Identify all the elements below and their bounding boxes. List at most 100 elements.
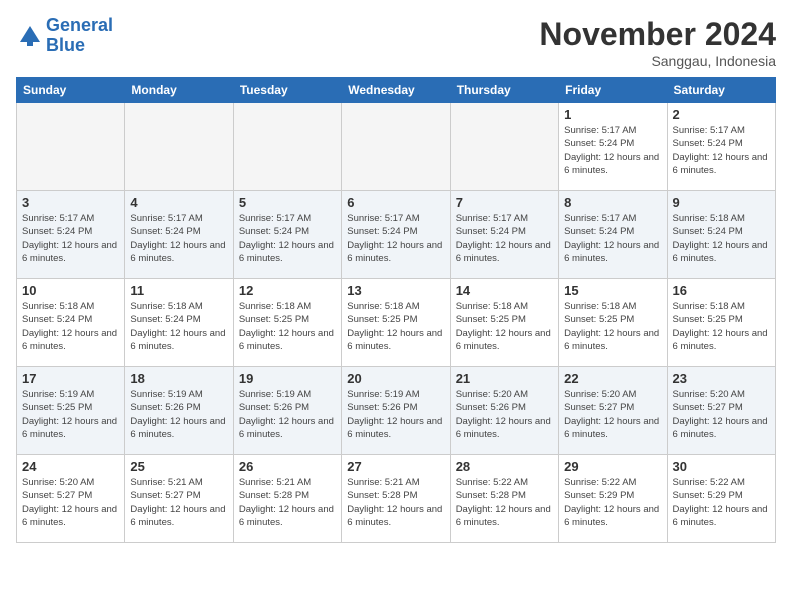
day-info: Sunrise: 5:18 AM Sunset: 5:25 PM Dayligh… [347,300,444,353]
calendar-cell [17,103,125,191]
day-number: 22 [564,371,661,386]
day-number: 19 [239,371,336,386]
day-header-monday: Monday [125,78,233,103]
day-info: Sunrise: 5:18 AM Sunset: 5:25 PM Dayligh… [564,300,661,353]
logo-text: General Blue [46,16,113,56]
day-info: Sunrise: 5:17 AM Sunset: 5:24 PM Dayligh… [456,212,553,265]
day-number: 29 [564,459,661,474]
calendar-cell: 1Sunrise: 5:17 AM Sunset: 5:24 PM Daylig… [559,103,667,191]
day-number: 14 [456,283,553,298]
calendar-cell: 2 Sunrise: 5:17 AM Sunset: 5:24 PM Daylig… [667,103,775,191]
calendar-cell: 23 Sunrise: 5:20 AM Sunset: 5:27 PM Dayli… [667,367,775,455]
week-row-3: 10 Sunrise: 5:18 AM Sunset: 5:24 PM Dayli… [17,279,776,367]
calendar-cell: 3 Sunrise: 5:17 AM Sunset: 5:24 PM Daylig… [17,191,125,279]
logo: General Blue [16,16,113,56]
calendar-cell: 20 Sunrise: 5:19 AM Sunset: 5:26 PM Dayli… [342,367,450,455]
day-info: Sunrise: 5:17 AM Sunset: 5:24 PM Dayligh… [239,212,336,265]
calendar-cell [125,103,233,191]
day-info: Sunrise: 5:20 AM Sunset: 5:27 PM Dayligh… [673,388,770,441]
calendar-cell: 4 Sunrise: 5:17 AM Sunset: 5:24 PM Daylig… [125,191,233,279]
day-info: Sunrise: 5:22 AM Sunset: 5:28 PM Dayligh… [456,476,553,529]
day-number: 6 [347,195,444,210]
day-info: Sunrise: 5:20 AM Sunset: 5:26 PM Dayligh… [456,388,553,441]
day-number: 12 [239,283,336,298]
calendar-cell: 14 Sunrise: 5:18 AM Sunset: 5:25 PM Dayli… [450,279,558,367]
calendar-cell: 10Sunrise: 5:18 AM Sunset: 5:24 PM Dayli… [17,279,125,367]
day-header-wednesday: Wednesday [342,78,450,103]
calendar-cell [233,103,341,191]
day-info: Sunrise: 5:19 AM Sunset: 5:26 PM Dayligh… [347,388,444,441]
day-info: Sunrise: 5:17 AM Sunset: 5:24 PM Dayligh… [564,124,661,177]
day-number: 2 [673,107,770,122]
day-number: 21 [456,371,553,386]
week-row-5: 24 Sunrise: 5:20 AM Sunset: 5:27 PM Dayli… [17,455,776,543]
page-header: General Blue November 2024 Sanggau, Indo… [16,16,776,69]
day-number: 26 [239,459,336,474]
calendar-cell: 27Sunrise: 5:21 AM Sunset: 5:28 PM Dayli… [342,455,450,543]
calendar-cell: 6Sunrise: 5:17 AM Sunset: 5:24 PM Daylig… [342,191,450,279]
calendar-cell: 5 Sunrise: 5:17 AM Sunset: 5:24 PM Daylig… [233,191,341,279]
day-header-tuesday: Tuesday [233,78,341,103]
day-number: 17 [22,371,119,386]
day-info: Sunrise: 5:17 AM Sunset: 5:24 PM Dayligh… [22,212,119,265]
calendar-cell: 19Sunrise: 5:19 AM Sunset: 5:26 PM Dayli… [233,367,341,455]
day-info: Sunrise: 5:19 AM Sunset: 5:25 PM Dayligh… [22,388,119,441]
day-number: 10 [22,283,119,298]
day-number: 5 [239,195,336,210]
day-info: Sunrise: 5:17 AM Sunset: 5:24 PM Dayligh… [673,124,770,177]
day-info: Sunrise: 5:18 AM Sunset: 5:24 PM Dayligh… [130,300,227,353]
calendar-cell [342,103,450,191]
calendar-cell: 17 Sunrise: 5:19 AM Sunset: 5:25 PM Dayli… [17,367,125,455]
day-number: 18 [130,371,227,386]
day-number: 25 [130,459,227,474]
calendar-cell: 7 Sunrise: 5:17 AM Sunset: 5:24 PM Daylig… [450,191,558,279]
calendar-cell: 12 Sunrise: 5:18 AM Sunset: 5:25 PM Dayli… [233,279,341,367]
day-info: Sunrise: 5:21 AM Sunset: 5:27 PM Dayligh… [130,476,227,529]
calendar-cell: 30 Sunrise: 5:22 AM Sunset: 5:29 PM Dayli… [667,455,775,543]
day-number: 9 [673,195,770,210]
day-info: Sunrise: 5:18 AM Sunset: 5:25 PM Dayligh… [239,300,336,353]
week-row-2: 3 Sunrise: 5:17 AM Sunset: 5:24 PM Daylig… [17,191,776,279]
logo-icon [16,22,44,50]
day-info: Sunrise: 5:18 AM Sunset: 5:25 PM Dayligh… [456,300,553,353]
day-header-friday: Friday [559,78,667,103]
day-header-sunday: Sunday [17,78,125,103]
day-number: 7 [456,195,553,210]
header-row: SundayMondayTuesdayWednesdayThursdayFrid… [17,78,776,103]
day-number: 20 [347,371,444,386]
location: Sanggau, Indonesia [539,53,776,69]
day-info: Sunrise: 5:20 AM Sunset: 5:27 PM Dayligh… [564,388,661,441]
calendar-cell: 21 Sunrise: 5:20 AM Sunset: 5:26 PM Dayli… [450,367,558,455]
calendar-cell: 22 Sunrise: 5:20 AM Sunset: 5:27 PM Dayli… [559,367,667,455]
day-info: Sunrise: 5:19 AM Sunset: 5:26 PM Dayligh… [130,388,227,441]
calendar-cell: 11 Sunrise: 5:18 AM Sunset: 5:24 PM Dayli… [125,279,233,367]
calendar-cell: 24 Sunrise: 5:20 AM Sunset: 5:27 PM Dayli… [17,455,125,543]
day-header-thursday: Thursday [450,78,558,103]
calendar-cell [450,103,558,191]
day-info: Sunrise: 5:22 AM Sunset: 5:29 PM Dayligh… [673,476,770,529]
day-info: Sunrise: 5:20 AM Sunset: 5:27 PM Dayligh… [22,476,119,529]
day-info: Sunrise: 5:22 AM Sunset: 5:29 PM Dayligh… [564,476,661,529]
calendar-table: SundayMondayTuesdayWednesdayThursdayFrid… [16,77,776,543]
day-number: 11 [130,283,227,298]
day-number: 15 [564,283,661,298]
day-number: 13 [347,283,444,298]
day-number: 3 [22,195,119,210]
day-number: 4 [130,195,227,210]
day-info: Sunrise: 5:21 AM Sunset: 5:28 PM Dayligh… [347,476,444,529]
day-info: Sunrise: 5:21 AM Sunset: 5:28 PM Dayligh… [239,476,336,529]
title-area: November 2024 Sanggau, Indonesia [539,16,776,69]
calendar-cell: 9 Sunrise: 5:18 AM Sunset: 5:24 PM Daylig… [667,191,775,279]
day-info: Sunrise: 5:17 AM Sunset: 5:24 PM Dayligh… [130,212,227,265]
day-number: 30 [673,459,770,474]
day-number: 24 [22,459,119,474]
calendar-cell: 16Sunrise: 5:18 AM Sunset: 5:25 PM Dayli… [667,279,775,367]
day-info: Sunrise: 5:18 AM Sunset: 5:24 PM Dayligh… [673,212,770,265]
month-title: November 2024 [539,16,776,53]
calendar-cell: 29 Sunrise: 5:22 AM Sunset: 5:29 PM Dayli… [559,455,667,543]
day-info: Sunrise: 5:17 AM Sunset: 5:24 PM Dayligh… [564,212,661,265]
week-row-4: 17 Sunrise: 5:19 AM Sunset: 5:25 PM Dayli… [17,367,776,455]
calendar-cell: 26 Sunrise: 5:21 AM Sunset: 5:28 PM Dayli… [233,455,341,543]
day-number: 23 [673,371,770,386]
day-number: 8 [564,195,661,210]
